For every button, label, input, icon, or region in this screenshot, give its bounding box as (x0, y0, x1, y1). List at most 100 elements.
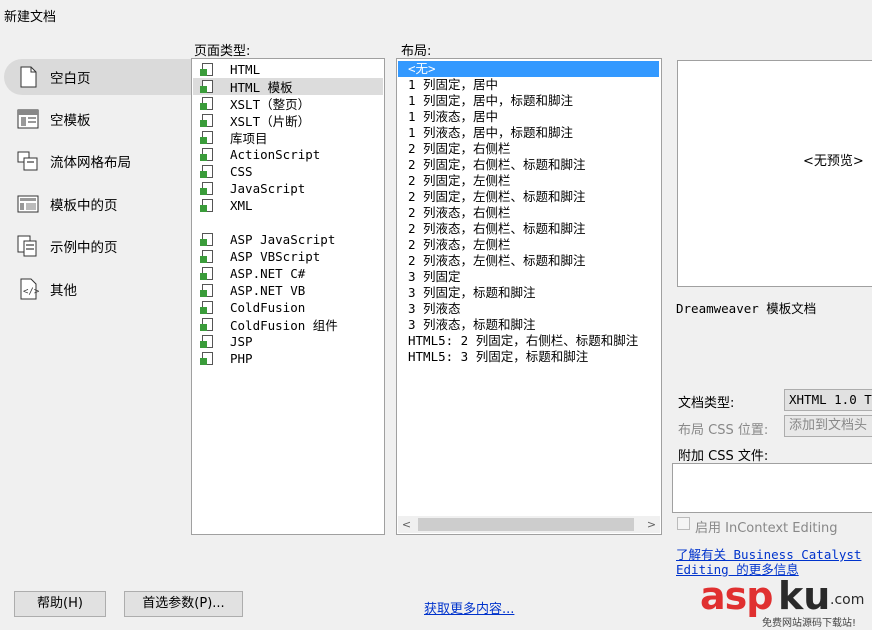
incontext-checkbox[interactable] (677, 517, 690, 530)
list-item[interactable]: 3 列液态，标题和脚注 (408, 317, 536, 333)
help-button[interactable]: 帮助(H) (14, 591, 106, 617)
watermark-brand-2: ku (778, 574, 831, 618)
list-item[interactable]: XSLT（整页） (193, 95, 383, 112)
window-title: 新建文档 (4, 10, 57, 25)
file-type-icon (200, 165, 213, 178)
file-type-icon (200, 233, 213, 246)
category-label: 示例中的页 (50, 240, 118, 256)
preview-pane: <无预览> (677, 60, 872, 287)
template-page-icon (16, 192, 40, 216)
file-type-icon (200, 352, 213, 365)
list-item[interactable]: ColdFusion 组件 (193, 316, 383, 333)
watermark-tagline: 免费网站源码下载站! (762, 618, 857, 629)
list-item[interactable]: 2 列固定，左侧栏 (408, 173, 511, 189)
file-type-icon (200, 199, 213, 212)
sample-page-icon (16, 234, 40, 258)
list-item[interactable]: 2 列固定，右侧栏 (408, 141, 511, 157)
list-item[interactable]: HTML5: 3 列固定，标题和脚注 (408, 349, 588, 365)
file-type-icon (200, 80, 213, 93)
watermark-logo: asp ku .com 免费网站源码下载站! (700, 574, 872, 630)
scroll-left-arrow-icon[interactable]: < (398, 516, 415, 533)
watermark-brand: asp (700, 574, 773, 618)
get-more-content-link[interactable]: 获取更多内容... (424, 598, 514, 617)
list-item[interactable]: ASP.NET C# (193, 265, 383, 282)
category-fluid-grid[interactable]: 流体网格布局 (4, 143, 192, 179)
list-item[interactable]: PHP (193, 350, 383, 367)
watermark-suffix: .com (830, 592, 865, 608)
svg-text:</>: </> (23, 287, 40, 297)
file-type-icon (200, 301, 213, 314)
list-item[interactable]: ASP.NET VB (193, 282, 383, 299)
layout-list[interactable]: <无> 1 列固定，居中 1 列固定，居中，标题和脚注 1 列液态，居中 1 列… (396, 58, 662, 535)
category-template-page[interactable]: 模板中的页 (4, 186, 192, 222)
list-item[interactable]: JSP (193, 333, 383, 350)
list-item[interactable]: 1 列液态，居中 (408, 109, 498, 125)
file-type-icon (200, 114, 213, 127)
preview-placeholder: <无预览> (803, 154, 864, 169)
layout-css-select[interactable]: 添加到文档头 (784, 415, 872, 437)
file-type-icon (200, 97, 213, 110)
doctype-select[interactable]: XHTML 1.0 T (784, 389, 872, 411)
category-label: 流体网格布局 (50, 155, 131, 171)
other-code-icon: </> (16, 277, 40, 301)
file-type-icon (200, 318, 213, 331)
list-item[interactable]: ColdFusion (193, 299, 383, 316)
horizontal-scrollbar[interactable]: < > (398, 516, 660, 533)
list-item[interactable]: ASP VBScript (193, 248, 383, 265)
file-type-icon (200, 63, 213, 76)
incontext-label: 启用 InContext Editing (695, 521, 838, 536)
page-type-label: 页面类型: (194, 44, 251, 59)
file-type-icon (200, 284, 213, 297)
blank-template-icon (16, 107, 40, 131)
list-item[interactable]: 库项目 (193, 129, 383, 146)
file-type-icon (200, 148, 213, 161)
attach-css-label: 附加 CSS 文件: (678, 449, 769, 464)
list-item[interactable]: XML (193, 197, 383, 214)
layout-css-label: 布局 CSS 位置: (678, 423, 769, 438)
category-other[interactable]: </> 其他 (4, 271, 192, 307)
layout-label: 布局: (401, 44, 432, 59)
list-item[interactable]: 2 列固定，右侧栏、标题和脚注 (408, 157, 586, 173)
list-item[interactable]: 2 列固定，左侧栏、标题和脚注 (408, 189, 586, 205)
list-item[interactable]: XSLT（片断） (193, 112, 383, 129)
list-item[interactable]: 2 列液态，左侧栏、标题和脚注 (408, 253, 586, 269)
list-item[interactable]: 3 列固定，标题和脚注 (408, 285, 536, 301)
category-label: 空模板 (50, 113, 91, 129)
selection-highlight (398, 61, 659, 77)
attach-css-file-list[interactable] (672, 463, 872, 513)
list-item[interactable]: 1 列液态，居中，标题和脚注 (408, 125, 573, 141)
list-item[interactable]: 1 列固定，居中，标题和脚注 (408, 93, 573, 109)
scrollbar-thumb[interactable] (418, 518, 634, 531)
list-item[interactable]: 2 列液态，右侧栏 (408, 205, 511, 221)
list-item[interactable]: <无> (408, 61, 436, 77)
file-type-icon (200, 335, 213, 348)
list-item[interactable]: ActionScript (193, 146, 383, 163)
list-item[interactable]: 1 列固定，居中 (408, 77, 498, 93)
file-type-icon (200, 131, 213, 144)
category-blank-page[interactable]: 空白页 (4, 59, 192, 95)
list-item[interactable]: HTML 模板 (193, 78, 383, 95)
file-type-icon (200, 182, 213, 195)
preferences-button[interactable]: 首选参数(P)... (124, 591, 243, 617)
category-label: 空白页 (50, 71, 91, 87)
category-sample-page[interactable]: 示例中的页 (4, 228, 192, 264)
file-type-icon (200, 267, 213, 280)
list-item[interactable]: JavaScript (193, 180, 383, 197)
list-item[interactable]: 3 列固定 (408, 269, 461, 285)
file-type-icon (200, 250, 213, 263)
list-item[interactable]: 3 列液态 (408, 301, 461, 317)
list-item[interactable]: 2 列液态，左侧栏 (408, 237, 511, 253)
list-item[interactable]: HTML (193, 61, 383, 78)
list-item[interactable]: ASP JavaScript (193, 231, 383, 248)
list-item[interactable]: CSS (193, 163, 383, 180)
doctype-label: 文档类型: (678, 396, 735, 411)
preview-description: Dreamweaver 模板文档 (676, 301, 817, 316)
list-item[interactable]: HTML5: 2 列固定，右侧栏、标题和脚注 (408, 333, 638, 349)
page-type-list[interactable]: HTML HTML 模板 XSLT（整页） XSLT（片断） 库项目 Actio… (191, 58, 385, 535)
category-label: 其他 (50, 283, 77, 299)
category-blank-template[interactable]: 空模板 (4, 101, 192, 137)
category-label: 模板中的页 (50, 198, 118, 214)
fluid-grid-icon (16, 149, 40, 173)
scroll-right-arrow-icon[interactable]: > (643, 516, 660, 533)
list-item[interactable]: 2 列液态，右侧栏、标题和脚注 (408, 221, 586, 237)
